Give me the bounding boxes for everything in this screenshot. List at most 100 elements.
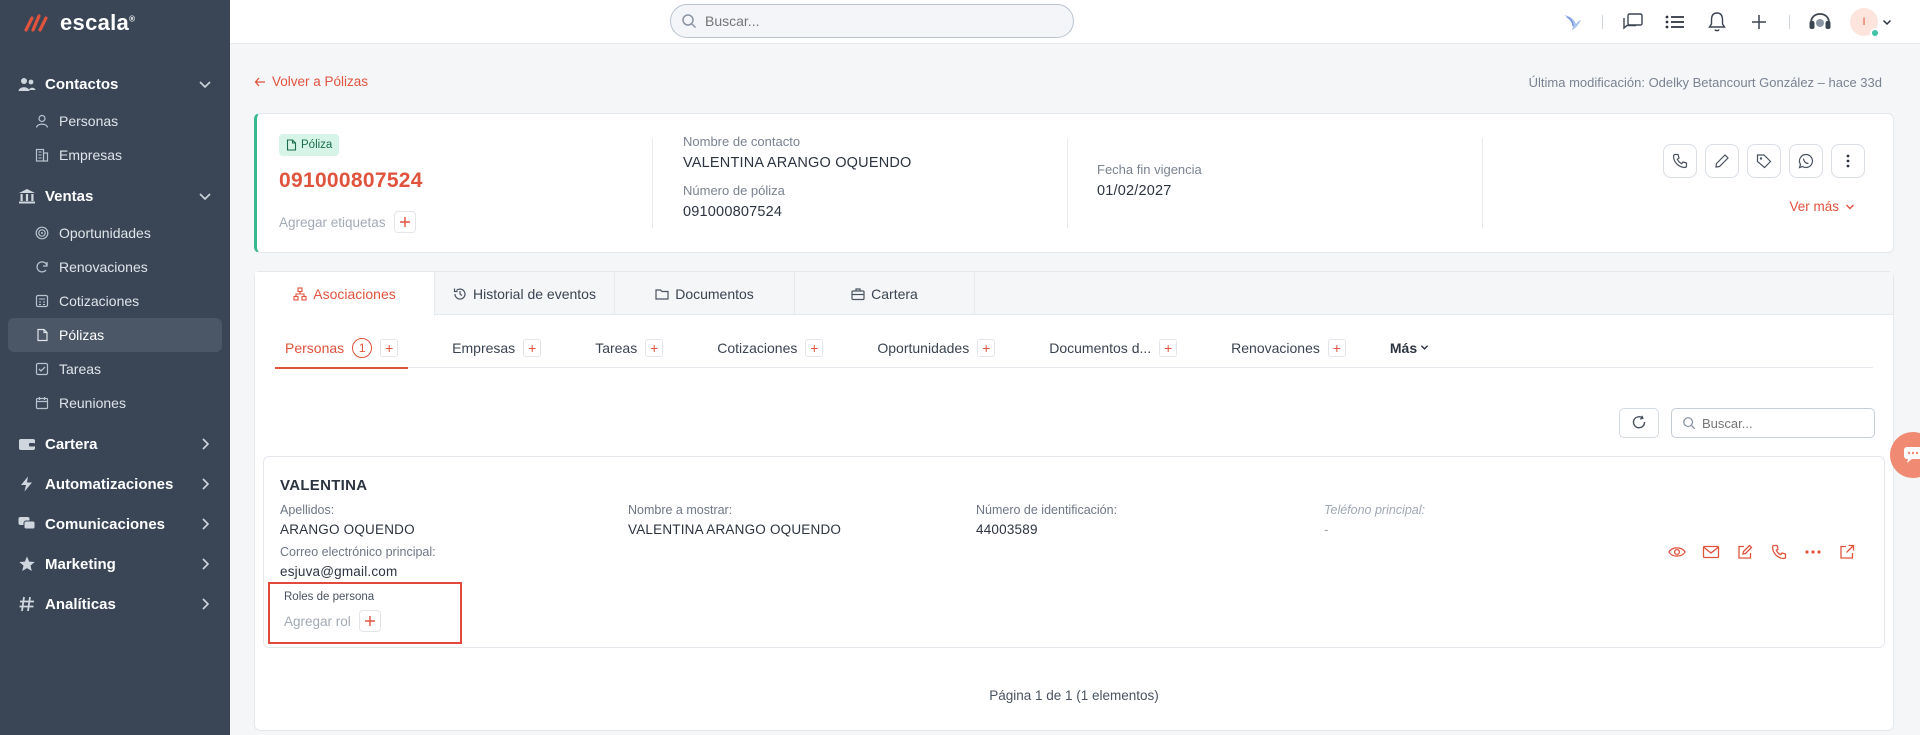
open-external-icon[interactable] xyxy=(1838,543,1856,561)
escala-logo-icon xyxy=(24,14,54,32)
bell-icon[interactable] xyxy=(1705,10,1729,34)
sidebar-item-oportunidades[interactable]: Oportunidades xyxy=(8,216,222,250)
online-status-dot xyxy=(1870,28,1880,38)
chat-bubble-icon xyxy=(1903,446,1920,464)
sidebar-section-automatizaciones[interactable]: Automatizaciones xyxy=(0,464,230,504)
history-icon xyxy=(453,287,467,301)
support-headset-icon[interactable] xyxy=(1808,10,1832,34)
sidebar-item-empresas[interactable]: Empresas xyxy=(8,138,222,172)
person-name[interactable]: VALENTINA xyxy=(280,477,367,494)
sidebar-section-comunicaciones[interactable]: Comunicaciones xyxy=(0,504,230,544)
count-badge: 1 xyxy=(352,337,373,358)
edit-icon[interactable] xyxy=(1736,543,1754,561)
plus-icon[interactable] xyxy=(1747,10,1771,34)
edit-button[interactable] xyxy=(1705,144,1739,178)
refresh-button[interactable] xyxy=(1619,408,1659,438)
tab-cartera[interactable]: Cartera xyxy=(795,272,975,315)
tab-documentos[interactable]: Documentos xyxy=(615,272,795,315)
sidebar-item-tareas[interactable]: Tareas xyxy=(8,352,222,386)
call-button[interactable] xyxy=(1663,144,1697,178)
sidebar-item-cotizaciones[interactable]: Cotizaciones xyxy=(8,284,222,318)
back-to-policies-link[interactable]: Volver a Pólizas xyxy=(254,74,368,89)
subtab-personas[interactable]: Personas 1 + xyxy=(275,328,409,369)
list-icon[interactable] xyxy=(1663,10,1687,34)
add-oportunidad-button[interactable]: + xyxy=(977,338,996,357)
top-actions: I xyxy=(1560,8,1892,38)
sidebar-section-contactos[interactable]: Contactos xyxy=(0,64,230,104)
calculator-icon xyxy=(34,293,50,309)
subtab-tareas[interactable]: Tareas + xyxy=(585,328,673,368)
sidebar-section-marketing[interactable]: Marketing xyxy=(0,544,230,584)
divider xyxy=(1789,15,1790,29)
building-icon xyxy=(34,147,50,163)
header-actions xyxy=(1663,144,1865,178)
chevron-right-icon xyxy=(198,437,212,451)
more-options-button[interactable] xyxy=(1831,144,1865,178)
end-date-value: 01/02/2027 xyxy=(1097,183,1172,199)
sidebar-section-ventas[interactable]: Ventas xyxy=(0,176,230,216)
add-documento-button[interactable]: + xyxy=(1159,338,1178,357)
add-role[interactable]: Agregar rol xyxy=(284,610,381,632)
list-search[interactable] xyxy=(1671,408,1875,438)
add-tarea-button[interactable]: + xyxy=(645,338,664,357)
sidebar-section-cartera[interactable]: Cartera xyxy=(0,424,230,464)
subtab-empresas[interactable]: Empresas + xyxy=(442,328,551,368)
search-icon xyxy=(681,13,697,29)
bolt-icon xyxy=(18,475,36,493)
add-persona-button[interactable]: + xyxy=(380,338,399,357)
sitemap-icon xyxy=(293,287,307,301)
add-cotizacion-button[interactable]: + xyxy=(805,338,824,357)
global-search-input[interactable] xyxy=(705,13,1045,29)
avatar[interactable]: I xyxy=(1850,8,1880,38)
star-icon xyxy=(18,555,36,573)
add-renovacion-button[interactable]: + xyxy=(1327,338,1346,357)
sidebar-section-analiticas[interactable]: Analíticas xyxy=(0,584,230,624)
list-search-input[interactable] xyxy=(1702,415,1862,431)
add-role-button[interactable] xyxy=(358,610,381,632)
chevron-right-icon xyxy=(198,517,212,531)
arrow-left-icon xyxy=(254,76,266,88)
divider xyxy=(1482,138,1483,228)
person-record-card: VALENTINA Apellidos: ARANGO OQUENDO Nomb… xyxy=(263,456,1885,648)
document-icon xyxy=(34,327,50,343)
more-tabs-dropdown[interactable]: Más xyxy=(1390,340,1429,356)
view-icon[interactable] xyxy=(1668,543,1686,561)
id-number-field: Número de identificación: 44003589 xyxy=(976,503,1118,537)
chevron-down-icon[interactable] xyxy=(1882,17,1892,27)
subtab-renovaciones[interactable]: Renovaciones + xyxy=(1221,328,1356,368)
chevron-right-icon xyxy=(198,597,212,611)
bank-icon xyxy=(18,187,36,205)
contact-name: VALENTINA ARANGO OQUENDO xyxy=(683,155,912,171)
add-tag-button[interactable] xyxy=(393,211,416,233)
folder-icon xyxy=(655,287,669,301)
sidebar-item-polizas[interactable]: Pólizas xyxy=(8,318,222,352)
sidebar-item-reuniones[interactable]: Reuniones xyxy=(8,386,222,420)
see-more-link[interactable]: Ver más xyxy=(1789,199,1855,214)
sidebar: escala® Contactos Personas Empresas Vent… xyxy=(0,0,230,735)
logo-text: escala® xyxy=(60,10,136,35)
sidebar-item-personas[interactable]: Personas xyxy=(8,104,222,138)
tab-asociaciones[interactable]: Asociaciones xyxy=(255,272,435,316)
email-icon[interactable] xyxy=(1702,543,1720,561)
hash-icon xyxy=(18,595,36,613)
tag-button[interactable] xyxy=(1747,144,1781,178)
top-bar: I xyxy=(230,0,1920,44)
association-sub-tabs: Personas 1 + Empresas + Tareas + Cotizac… xyxy=(275,328,1873,369)
whatsapp-button[interactable] xyxy=(1789,144,1823,178)
global-search[interactable] xyxy=(670,4,1074,38)
subtab-documentos[interactable]: Documentos d... + xyxy=(1039,328,1187,368)
chat-widget-button[interactable] xyxy=(1890,432,1920,478)
sidebar-item-renovaciones[interactable]: Renovaciones xyxy=(8,250,222,284)
more-horizontal-icon[interactable] xyxy=(1804,543,1822,561)
tab-historial-de-eventos[interactable]: Historial de eventos xyxy=(435,272,615,315)
divider xyxy=(1602,15,1603,29)
add-tags[interactable]: Agregar etiquetas xyxy=(279,211,416,233)
subtab-cotizaciones[interactable]: Cotizaciones + xyxy=(707,328,833,368)
person-row-actions xyxy=(1668,543,1856,561)
logo[interactable]: escala® xyxy=(24,10,135,36)
messages-icon[interactable] xyxy=(1621,10,1645,34)
bird-logo-icon[interactable] xyxy=(1560,10,1584,34)
phone-icon[interactable] xyxy=(1770,543,1788,561)
add-empresa-button[interactable]: + xyxy=(523,338,542,357)
subtab-oportunidades[interactable]: Oportunidades + xyxy=(867,328,1005,368)
